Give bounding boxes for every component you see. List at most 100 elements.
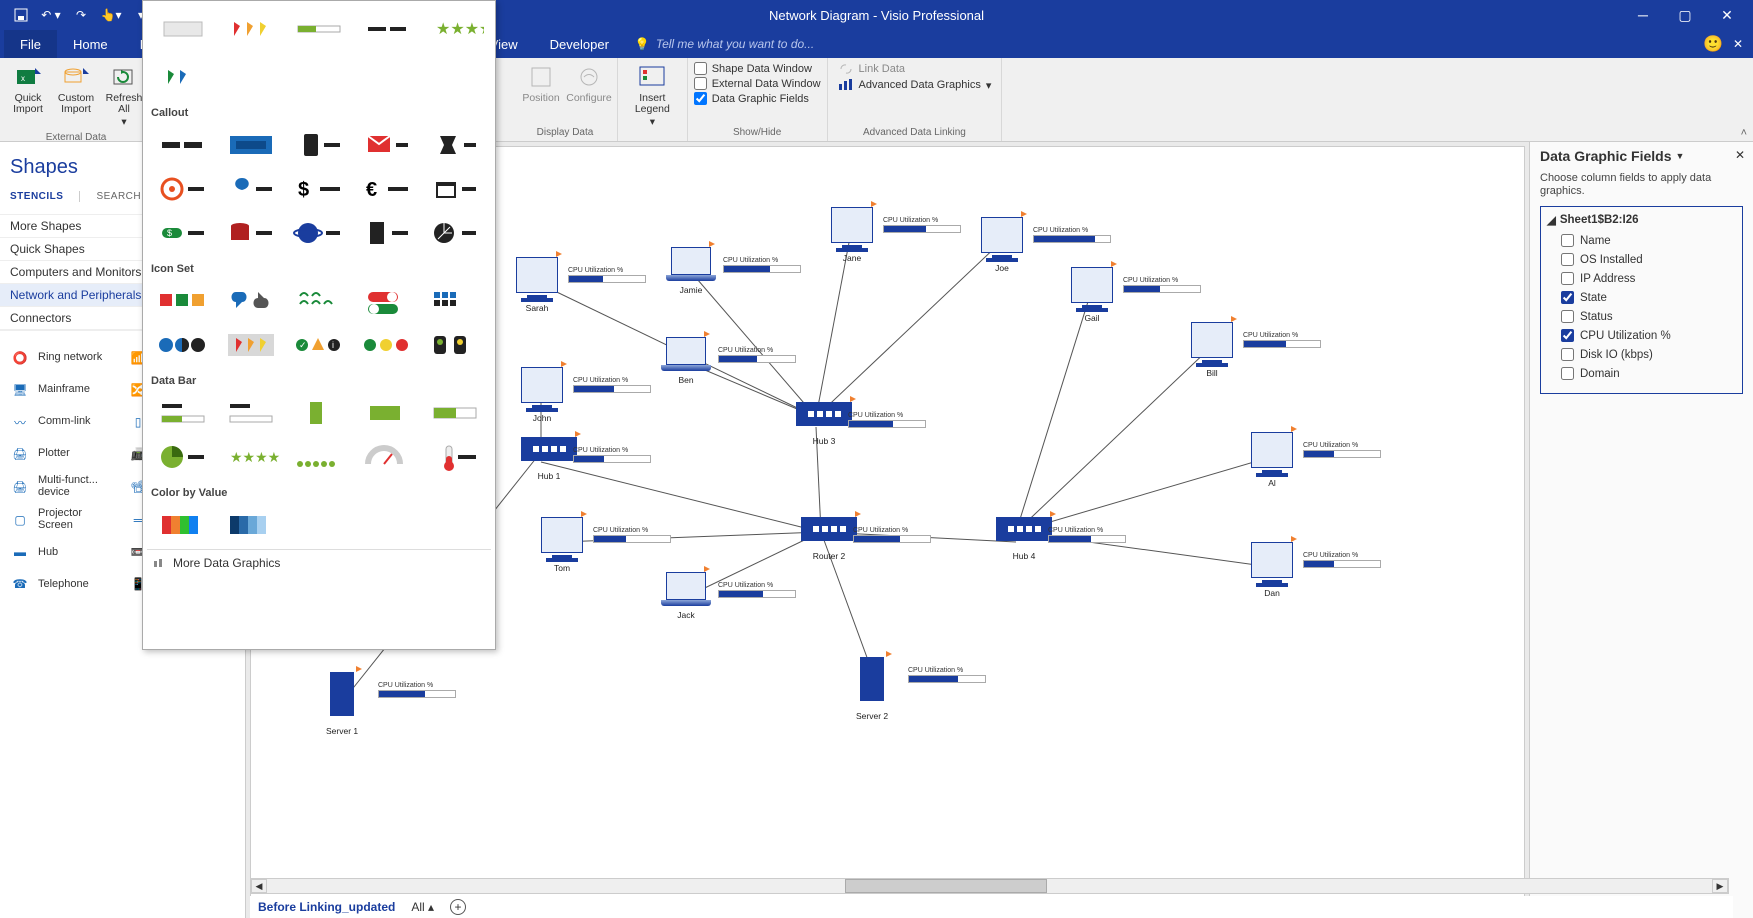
gallery-item[interactable]: [149, 503, 217, 547]
qat-undo[interactable]: ↶ ▾: [38, 2, 64, 28]
qat-save[interactable]: [8, 2, 34, 28]
tab-developer[interactable]: Developer: [534, 30, 625, 58]
collapse-ribbon[interactable]: ˄: [1741, 127, 1747, 139]
node-jamie[interactable]: JamieCPU Utilization %: [671, 247, 711, 295]
scroll-track[interactable]: [267, 879, 1712, 893]
gallery-item[interactable]: [217, 167, 285, 211]
node-jack[interactable]: JackCPU Utilization %: [666, 572, 706, 620]
gallery-item[interactable]: [421, 323, 489, 367]
advanced-data-graphics-button[interactable]: Advanced Data Graphics▾: [834, 77, 996, 93]
gallery-item[interactable]: [353, 123, 421, 167]
scroll-left[interactable]: ◀: [251, 879, 267, 893]
gallery-item[interactable]: [353, 211, 421, 255]
gallery-item[interactable]: [421, 211, 489, 255]
field-os-installed[interactable]: OS Installed: [1547, 250, 1736, 269]
gallery-item[interactable]: [149, 55, 217, 99]
node-hub-3[interactable]: Hub 3CPU Utilization %: [796, 402, 852, 446]
all-pages[interactable]: All ▴: [411, 900, 434, 914]
gallery-item[interactable]: [285, 123, 353, 167]
node-dan[interactable]: DanCPU Utilization %: [1251, 542, 1293, 598]
scroll-thumb[interactable]: [845, 879, 1047, 893]
gallery-item[interactable]: [217, 503, 285, 547]
gallery-item[interactable]: $: [149, 211, 217, 255]
configure-button[interactable]: Configure: [567, 61, 611, 106]
maximize-button[interactable]: ▢: [1665, 0, 1705, 30]
gallery-item[interactable]: ✓i: [285, 323, 353, 367]
gallery-item[interactable]: [149, 279, 217, 323]
stencil-ring-network[interactable]: ⭕Ring network: [4, 341, 122, 374]
node-gail[interactable]: GailCPU Utilization %: [1071, 267, 1113, 323]
gallery-item[interactable]: [149, 323, 217, 367]
gallery-item[interactable]: [217, 323, 285, 367]
position-button[interactable]: Position: [519, 61, 563, 106]
node-router-2[interactable]: Router 2CPU Utilization %: [801, 517, 857, 561]
pane-close[interactable]: ✕: [1735, 148, 1745, 162]
node-jane[interactable]: JaneCPU Utilization %: [831, 207, 873, 263]
gallery-item[interactable]: ★★★★: [217, 435, 285, 479]
tab-file[interactable]: File: [4, 30, 57, 58]
node-joe[interactable]: JoeCPU Utilization %: [981, 217, 1023, 273]
gallery-item[interactable]: [217, 123, 285, 167]
search-tab[interactable]: SEARCH: [96, 191, 141, 202]
gallery-item[interactable]: [353, 7, 421, 51]
node-server-1[interactable]: Server 1CPU Utilization %: [326, 672, 358, 736]
stencil-hub[interactable]: ▬Hub: [4, 536, 122, 568]
gallery-item[interactable]: [353, 323, 421, 367]
gallery-item[interactable]: [421, 123, 489, 167]
node-john[interactable]: JohnCPU Utilization %: [521, 367, 563, 423]
gallery-item[interactable]: [217, 211, 285, 255]
stencil-comm-link[interactable]: 〰Comm-link: [4, 406, 122, 438]
gallery-item[interactable]: [217, 7, 285, 51]
node-tom[interactable]: TomCPU Utilization %: [541, 517, 583, 573]
node-bill[interactable]: BillCPU Utilization %: [1191, 322, 1233, 378]
field-state[interactable]: State: [1547, 288, 1736, 307]
gallery-item[interactable]: [285, 211, 353, 255]
stencil-telephone[interactable]: ☎Telephone: [4, 568, 122, 600]
stencil-mainframe[interactable]: 🖥Mainframe: [4, 374, 122, 406]
chk-data-graphic-fields[interactable]: Data Graphic Fields: [694, 91, 809, 106]
stencils-tab[interactable]: STENCILS: [10, 191, 63, 202]
stencil-multi-funct-device[interactable]: 🖨Multi-funct... device: [4, 470, 122, 503]
sheet-tab[interactable]: Before Linking_updated: [258, 900, 395, 914]
gallery-item[interactable]: [421, 167, 489, 211]
horizontal-scrollbar[interactable]: ◀ ▶: [250, 878, 1729, 894]
field-name[interactable]: Name: [1547, 231, 1736, 250]
chk-shape-data-window[interactable]: Shape Data Window: [694, 61, 812, 76]
gallery-item[interactable]: [149, 7, 217, 51]
link-data-button[interactable]: Link Data: [834, 61, 909, 77]
field-cpu-utilization-[interactable]: CPU Utilization %: [1547, 326, 1736, 345]
close-ribbon-help[interactable]: ✕: [1733, 37, 1743, 51]
node-server-2[interactable]: Server 2CPU Utilization %: [856, 657, 888, 721]
qat-redo[interactable]: ↷: [68, 2, 94, 28]
insert-legend-button[interactable]: Insert Legend▾: [630, 61, 674, 130]
gallery-item[interactable]: [421, 279, 489, 323]
gallery-item[interactable]: [285, 435, 353, 479]
gallery-item[interactable]: [217, 391, 285, 435]
custom-import-button[interactable]: Custom Import: [54, 61, 98, 117]
minimize-button[interactable]: ─: [1623, 0, 1663, 30]
stencil-plotter[interactable]: 🖨Plotter: [4, 438, 122, 470]
gallery-item[interactable]: €: [353, 167, 421, 211]
stencil-projector-screen[interactable]: ▢Projector Screen: [4, 503, 122, 536]
node-ben[interactable]: BenCPU Utilization %: [666, 337, 706, 385]
gallery-item[interactable]: [217, 279, 285, 323]
quick-import-button[interactable]: xQuick Import: [6, 61, 50, 117]
close-button[interactable]: ✕: [1707, 0, 1747, 30]
node-sarah[interactable]: SarahCPU Utilization %: [516, 257, 558, 313]
smiley-icon[interactable]: 🙂: [1703, 34, 1723, 54]
add-page-button[interactable]: +: [450, 899, 466, 915]
scroll-right[interactable]: ▶: [1712, 879, 1728, 893]
gallery-item[interactable]: [353, 391, 421, 435]
node-al[interactable]: AlCPU Utilization %: [1251, 432, 1293, 488]
gallery-item[interactable]: [149, 391, 217, 435]
gallery-item[interactable]: [421, 391, 489, 435]
qat-touch[interactable]: 👆▾: [98, 2, 124, 28]
chk-external-data-window[interactable]: External Data Window: [694, 76, 821, 91]
refresh-all-button[interactable]: Refresh All▾: [102, 61, 146, 130]
gallery-item[interactable]: [149, 123, 217, 167]
gallery-item[interactable]: [353, 435, 421, 479]
gallery-item[interactable]: [353, 279, 421, 323]
node-hub-1[interactable]: Hub 1CPU Utilization %: [521, 437, 577, 481]
tell-me-search[interactable]: 💡 Tell me what you want to do...: [625, 30, 1703, 58]
gallery-item[interactable]: [285, 7, 353, 51]
